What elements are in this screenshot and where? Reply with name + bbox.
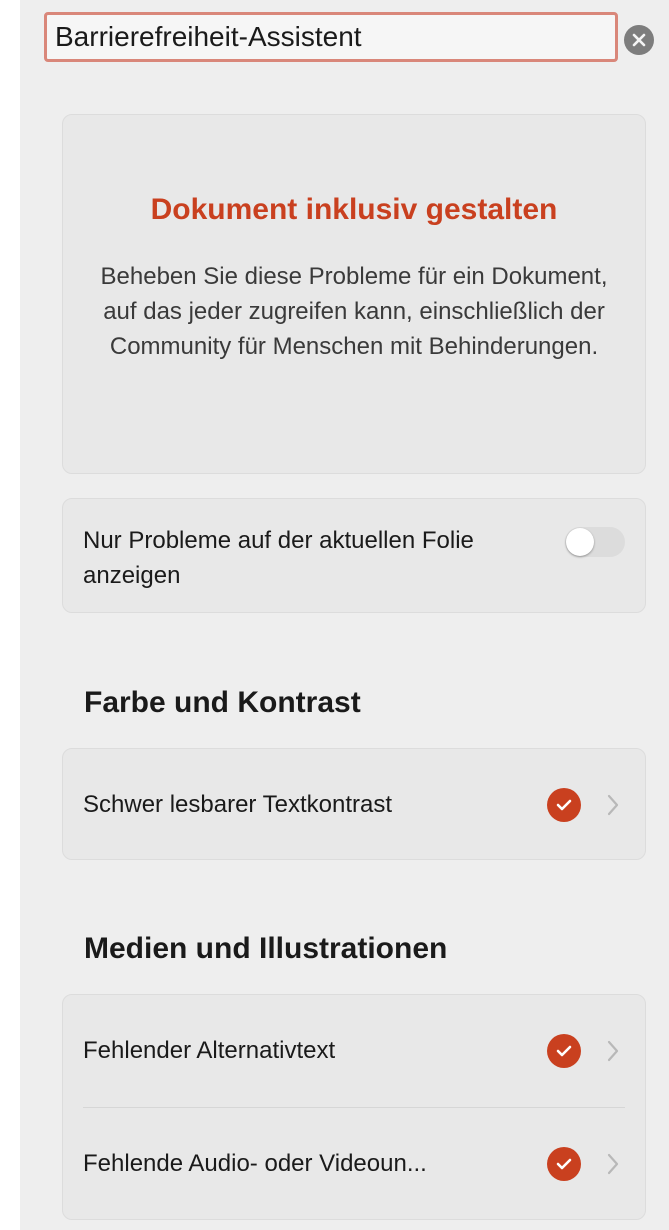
issue-label: Fehlende Audio- oder Videoun... (83, 1150, 427, 1177)
media-issues-card: Fehlender Alternativtext Fehlende Audio-… (62, 994, 646, 1220)
filter-toggle-label: Nur Probleme auf der aktuellen Folie anz… (83, 527, 474, 589)
intro-description: Beheben Sie diese Probleme für ein Dokum… (100, 263, 608, 360)
close-icon (632, 33, 646, 47)
chevron-right-icon (607, 794, 619, 816)
toggle-knob (566, 528, 594, 556)
issue-label: Fehlender Alternativtext (83, 1037, 336, 1064)
section-heading-color-contrast: Farbe und Kontrast (84, 686, 361, 719)
checkmark-circle-icon (547, 788, 581, 822)
pane-title-field[interactable]: Barrierefreiheit-Assistent (44, 12, 618, 62)
current-slide-only-toggle[interactable] (565, 527, 625, 557)
filter-toggle-card: Nur Probleme auf der aktuellen Folie anz… (62, 498, 646, 613)
pane-title: Barrierefreiheit-Assistent (55, 21, 362, 52)
intro-heading: Dokument inklusiv gestalten (150, 193, 558, 226)
checkmark-circle-icon (547, 1147, 581, 1181)
chevron-right-icon (607, 1153, 619, 1175)
issue-row-missing-captions[interactable]: Fehlende Audio- oder Videoun... (63, 1108, 645, 1220)
issue-row-missing-alt-text[interactable]: Fehlender Alternativtext (63, 995, 645, 1107)
close-pane-button[interactable] (624, 25, 654, 55)
issue-row-text-contrast[interactable]: Schwer lesbarer Textkontrast (63, 749, 645, 861)
section-heading-media-illustrations: Medien und Illustrationen (84, 932, 448, 965)
checkmark-circle-icon (547, 1034, 581, 1068)
chevron-right-icon (607, 1040, 619, 1062)
issue-label: Schwer lesbarer Textkontrast (83, 791, 393, 818)
color-contrast-issues-card: Schwer lesbarer Textkontrast (62, 748, 646, 860)
intro-card: Dokument inklusiv gestalten Beheben Sie … (62, 114, 646, 474)
